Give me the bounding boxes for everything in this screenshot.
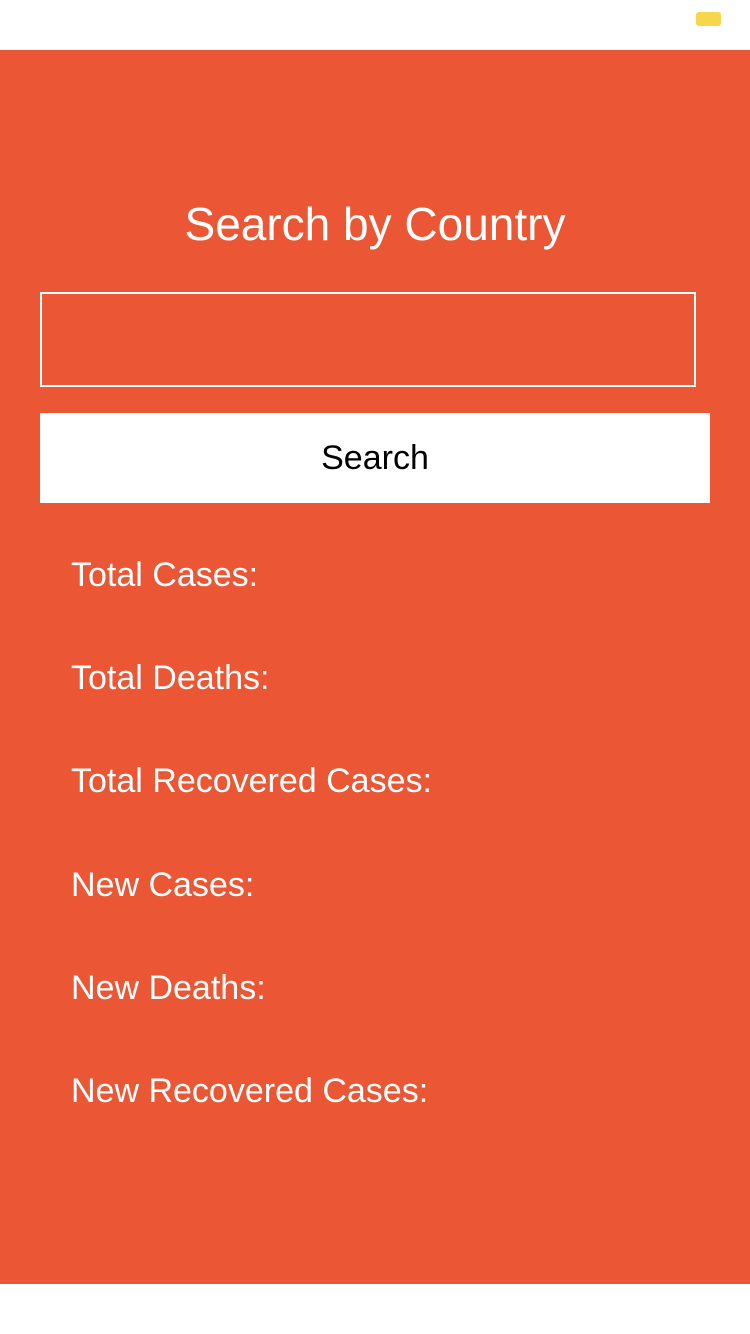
main-panel: Search by Country Search Total Cases: To… xyxy=(0,50,750,1284)
page-title: Search by Country xyxy=(184,198,566,250)
total-deaths-label: Total Deaths: xyxy=(71,659,270,697)
total-cases-label: Total Cases: xyxy=(71,556,259,594)
status-bar xyxy=(0,0,750,50)
search-button[interactable]: Search xyxy=(40,413,710,503)
new-deaths-label: New Deaths: xyxy=(71,969,266,1007)
new-recovered-label: New Recovered Cases: xyxy=(71,1072,429,1110)
country-search-input[interactable] xyxy=(40,292,696,387)
new-cases-label: New Cases: xyxy=(71,866,255,904)
total-recovered-label: Total Recovered Cases: xyxy=(71,762,432,800)
battery-icon xyxy=(696,12,721,26)
